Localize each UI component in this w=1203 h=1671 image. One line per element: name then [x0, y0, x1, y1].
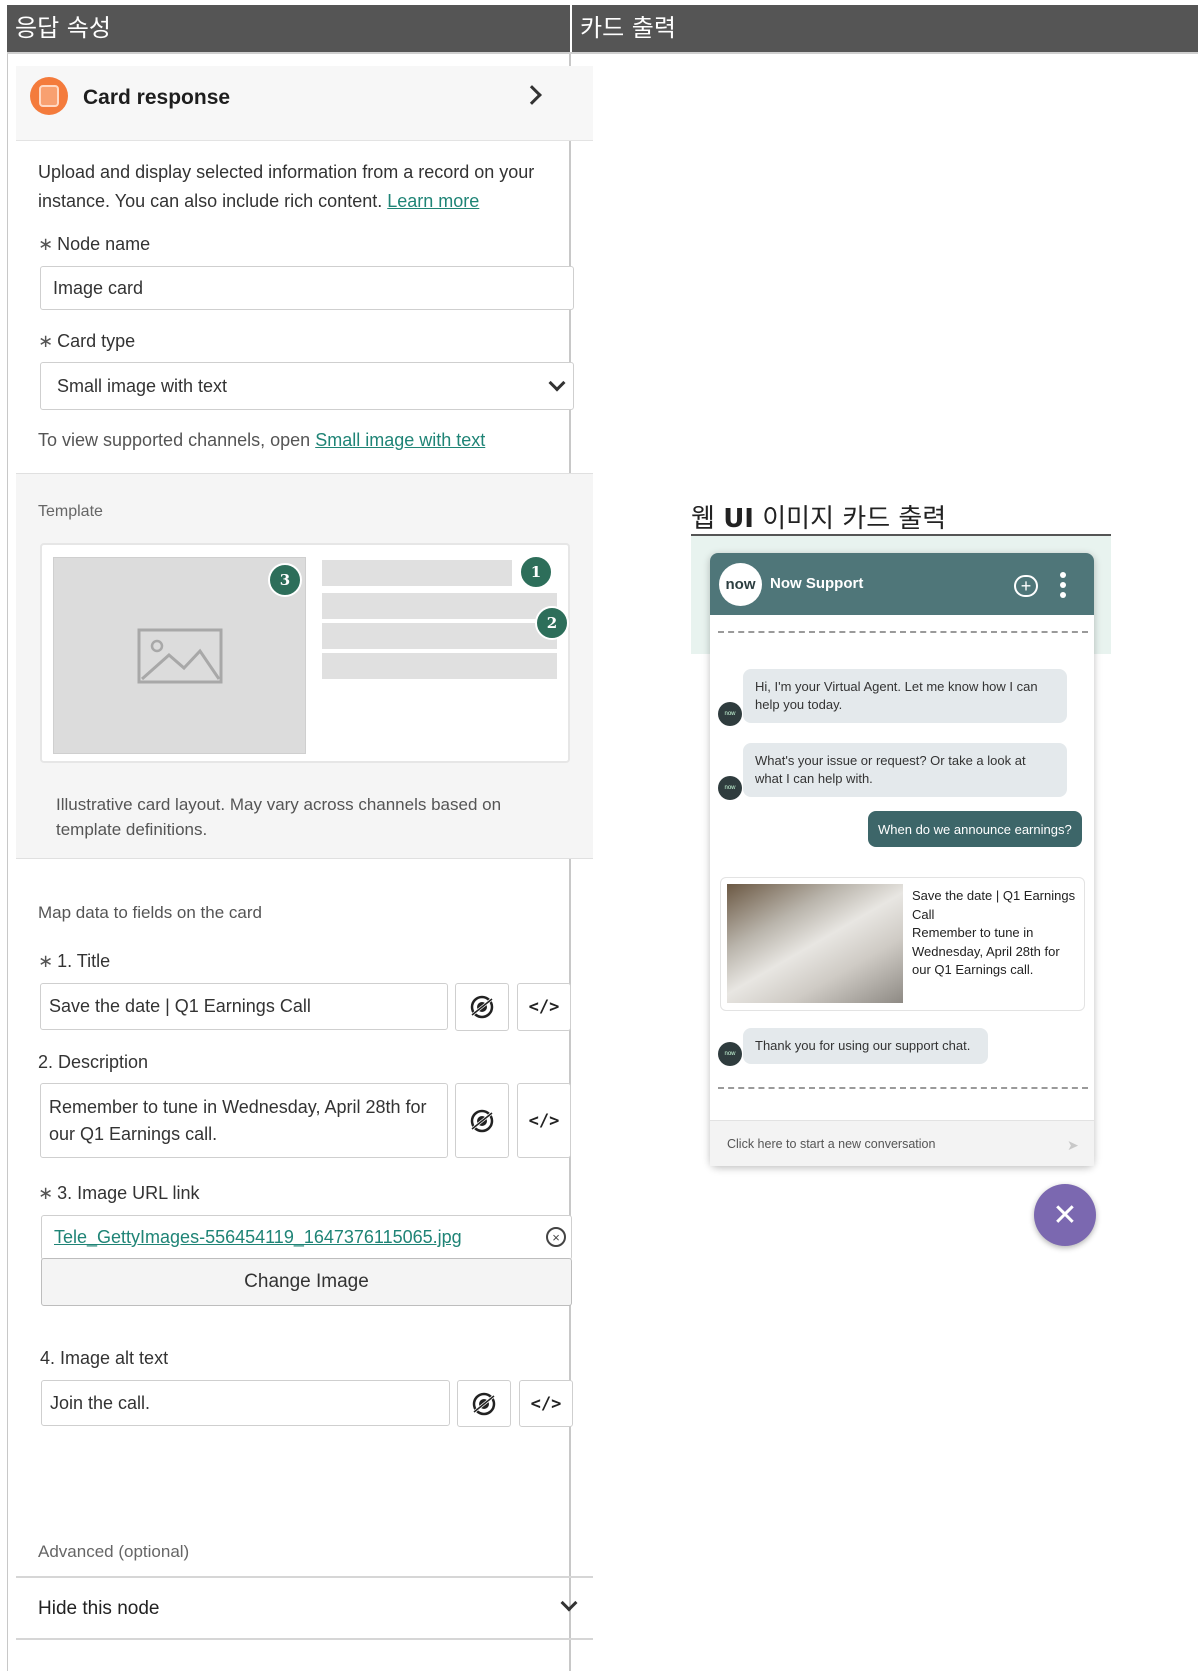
- channels-text: To view supported channels, open Small i…: [38, 430, 486, 450]
- required-icon: ∗: [38, 951, 54, 971]
- preview-title: 웹 UI 이미지 카드 출력: [691, 504, 947, 534]
- more-menu-icon[interactable]: [1060, 572, 1066, 600]
- chat-divider: [718, 631, 1088, 633]
- code-icon: </>: [528, 1110, 560, 1131]
- card-type-label: ∗ Card type: [38, 331, 136, 351]
- code-icon: </>: [530, 1393, 562, 1414]
- alt-text-label: 4. Image alt text: [40, 1348, 169, 1368]
- template-badge-description: 2: [535, 606, 569, 640]
- template-line-bar: [322, 593, 557, 619]
- change-image-button[interactable]: Change Image: [41, 1258, 572, 1306]
- title-field-label: ∗ 1. Title: [38, 951, 111, 971]
- divider-left: [7, 53, 8, 1671]
- template-badge-image: 3: [268, 563, 302, 597]
- chat-title: Now Support: [770, 575, 864, 592]
- now-logo: now: [719, 563, 762, 606]
- description-field[interactable]: Remember to tune in Wednesday, April 28t…: [40, 1083, 448, 1158]
- learn-more-link[interactable]: Learn more: [387, 191, 479, 211]
- card-type-value: Small image with text: [57, 375, 228, 396]
- script-button[interactable]: </>: [517, 1083, 571, 1158]
- template-badge-title: 1: [519, 555, 553, 589]
- data-pill-icon: [472, 1392, 496, 1415]
- column-header-output: 카드 출력: [572, 5, 1198, 53]
- title-field[interactable]: Save the date | Q1 Earnings Call: [40, 983, 448, 1030]
- data-pill-icon: [470, 995, 494, 1019]
- template-label: Template: [38, 503, 103, 520]
- new-conversation-link[interactable]: Click here to start a new conversation: [727, 1137, 935, 1151]
- data-pill-button[interactable]: [455, 983, 509, 1031]
- image-url-label: ∗ 3. Image URL link: [38, 1183, 200, 1203]
- chat-window: [710, 553, 1094, 1166]
- preview-title-underline: [691, 534, 1111, 536]
- data-pill-button[interactable]: [457, 1380, 511, 1427]
- panel-title: Card response: [83, 86, 231, 109]
- chat-divider: [718, 1087, 1088, 1089]
- agent-message: Hi, I'm your Virtual Agent. Let me know …: [743, 669, 1067, 723]
- map-fields-label: Map data to fields on the card: [38, 903, 262, 922]
- agent-message: What's your issue or request? Or take a …: [743, 743, 1067, 797]
- card-icon-glyph: [39, 85, 59, 107]
- channels-link[interactable]: Small image with text: [315, 430, 485, 450]
- card-title: Save the date | Q1 Earnings Call: [912, 888, 1076, 922]
- template-line-bar: [322, 653, 557, 679]
- alt-text-field[interactable]: Join the call.: [41, 1380, 450, 1426]
- header-bottom-rule: [7, 52, 1198, 54]
- send-icon[interactable]: ➤: [1067, 1137, 1079, 1154]
- required-icon: ∗: [38, 1183, 54, 1203]
- data-pill-button[interactable]: [455, 1083, 509, 1158]
- column-header-properties: 응답 속성: [7, 5, 570, 53]
- script-button[interactable]: </>: [517, 983, 571, 1031]
- card-content: Save the date | Q1 Earnings Call Remembe…: [912, 887, 1082, 980]
- code-icon: </>: [528, 997, 560, 1017]
- template-line-bar: [322, 623, 557, 649]
- image-url-link[interactable]: Tele_GettyImages-556454119_1647376115065…: [54, 1227, 462, 1248]
- node-name-field[interactable]: Image card: [40, 266, 574, 310]
- template-image-placeholder: [53, 557, 306, 754]
- close-chat-button[interactable]: ✕: [1034, 1184, 1096, 1246]
- script-button[interactable]: </>: [519, 1380, 573, 1427]
- template-caption: Illustrative card layout. May vary acros…: [56, 795, 502, 839]
- new-chat-icon[interactable]: +: [1014, 575, 1038, 597]
- agent-avatar: now: [718, 702, 742, 726]
- clear-icon[interactable]: ×: [546, 1227, 566, 1247]
- agent-avatar: now: [718, 776, 742, 800]
- card-description: Remember to tune in Wednesday, April 28t…: [912, 925, 1060, 977]
- node-name-label: ∗ Node name: [38, 234, 151, 254]
- image-url-field[interactable]: Tele_GettyImages-556454119_1647376115065…: [41, 1215, 572, 1260]
- panel-description: Upload and display selected information …: [38, 158, 578, 216]
- agent-message: Thank you for using our support chat.: [743, 1028, 988, 1064]
- data-pill-icon: [470, 1109, 494, 1132]
- description-field-label: 2. Description: [38, 1052, 149, 1072]
- agent-avatar: now: [718, 1042, 742, 1066]
- user-message: When do we announce earnings?: [868, 811, 1082, 847]
- required-icon: ∗: [38, 331, 54, 351]
- template-title-bar: [322, 560, 512, 586]
- card-image: [727, 884, 903, 1003]
- advanced-label: Advanced (optional): [38, 1542, 190, 1561]
- hide-node-label: Hide this node: [38, 1598, 160, 1619]
- required-icon: ∗: [38, 234, 54, 254]
- card-type-select[interactable]: Small image with text: [40, 362, 574, 410]
